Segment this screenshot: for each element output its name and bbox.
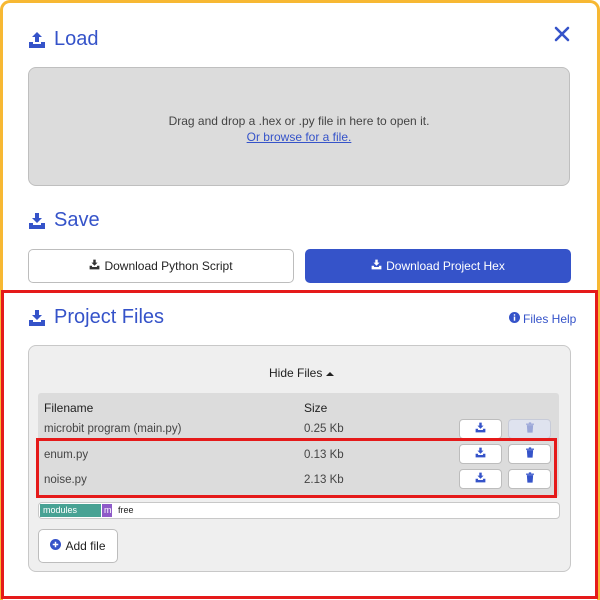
- download-icon: [28, 309, 46, 327]
- download-file-button[interactable]: [459, 444, 502, 464]
- file-name: microbit program (main.py): [44, 423, 182, 435]
- memory-free-label: free: [118, 505, 134, 515]
- download-python-script-button[interactable]: Download Python Script: [28, 249, 294, 283]
- download-icon: [475, 470, 486, 488]
- file-size: 0.13 Kb: [304, 449, 344, 461]
- delete-file-button[interactable]: [508, 444, 551, 464]
- load-title: Load: [54, 28, 99, 50]
- delete-file-button: [508, 419, 551, 439]
- hide-files-label: Hide Files: [269, 366, 323, 380]
- add-file-label: Add file: [65, 539, 106, 553]
- file-size: 2.13 Kb: [304, 474, 344, 486]
- hide-files-toggle[interactable]: Hide Files: [269, 366, 335, 380]
- memory-main-segment: m: [102, 504, 112, 517]
- file-name: enum.py: [44, 449, 89, 461]
- save-heading: Save: [28, 209, 100, 232]
- upload-icon: [28, 31, 46, 49]
- memory-modules-segment: modules: [40, 504, 101, 517]
- add-file-button[interactable]: Add file: [38, 529, 118, 563]
- trash-icon: [525, 445, 535, 463]
- files-help-link[interactable]: Files Help: [509, 312, 576, 326]
- file-size: 0.25 Kb: [304, 423, 344, 435]
- memory-main-label: m: [104, 505, 112, 515]
- memory-usage-bar: modules m free: [38, 502, 560, 519]
- download-icon: [28, 212, 46, 230]
- plus-circle-icon: [50, 539, 62, 553]
- download-project-hex-label: Download Project Hex: [386, 259, 505, 273]
- trash-icon: [525, 420, 535, 438]
- download-icon: [89, 259, 100, 273]
- close-icon[interactable]: [553, 25, 571, 43]
- download-icon: [475, 445, 486, 463]
- project-files-title: Project Files: [54, 306, 165, 328]
- load-heading: Load: [28, 28, 99, 51]
- info-circle-icon: [509, 312, 520, 326]
- download-project-hex-button[interactable]: Download Project Hex: [305, 249, 571, 283]
- save-title: Save: [54, 209, 100, 231]
- download-file-button[interactable]: [459, 419, 502, 439]
- trash-icon: [525, 470, 535, 488]
- drop-instructions: Drag and drop a .hex or .py file in here…: [168, 114, 430, 128]
- filename-column-header: Filename: [44, 401, 94, 415]
- download-icon: [371, 259, 382, 273]
- caret-up-icon: [326, 366, 335, 380]
- download-icon: [475, 420, 486, 438]
- file-name: noise.py: [44, 474, 87, 486]
- memory-modules-label: modules: [43, 505, 78, 515]
- browse-file-link[interactable]: Or browse for a file.: [247, 130, 352, 144]
- download-file-button[interactable]: [459, 469, 502, 489]
- size-column-header: Size: [304, 401, 328, 415]
- files-help-label: Files Help: [523, 312, 577, 326]
- delete-file-button[interactable]: [508, 469, 551, 489]
- download-python-script-label: Download Python Script: [104, 259, 233, 273]
- project-files-heading: Project Files: [28, 306, 164, 329]
- file-drop-zone[interactable]: Drag and drop a .hex or .py file in here…: [28, 67, 570, 186]
